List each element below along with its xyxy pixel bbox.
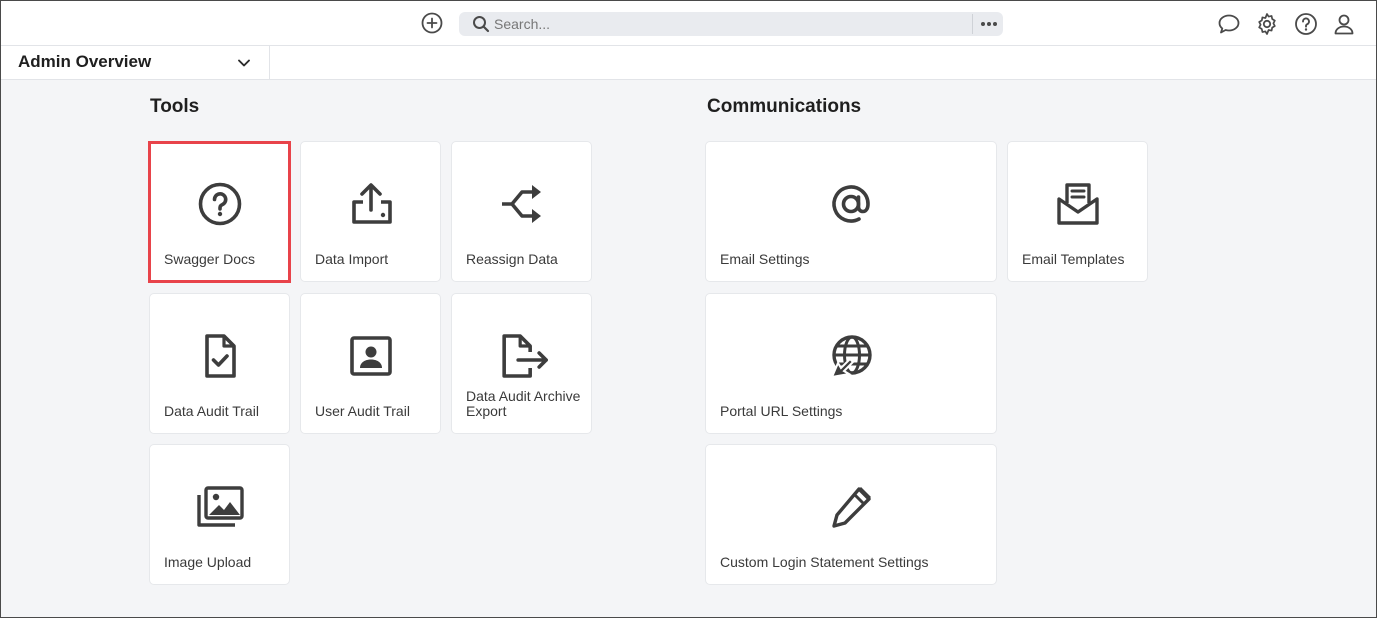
tile-label: Reassign Data (466, 251, 558, 267)
search-divider (972, 14, 973, 34)
chat-icon[interactable] (1217, 12, 1241, 36)
sub-header: Admin Overview (1, 46, 1376, 80)
tile-custom-login-statement-settings[interactable]: Custom Login Statement Settings (705, 444, 997, 585)
add-circle-icon[interactable] (420, 11, 443, 34)
top-bar (1, 1, 1376, 46)
tile-label: Portal URL Settings (720, 403, 843, 419)
search-bar (459, 12, 1003, 36)
tile-reassign-data[interactable]: Reassign Data (451, 141, 592, 282)
tile-portal-url-settings[interactable]: Portal URL Settings (705, 293, 997, 434)
user-icon[interactable] (1332, 12, 1356, 36)
chevron-down-icon (236, 55, 252, 71)
gear-icon[interactable] (1255, 12, 1279, 36)
tile-label: Data Audit Trail (164, 403, 259, 419)
tile-user-audit-trail[interactable]: User Audit Trail (300, 293, 441, 434)
tile-label: Image Upload (164, 554, 252, 570)
pen-icon (825, 481, 877, 533)
tile-swagger-docs[interactable]: Swagger Docs (149, 141, 290, 282)
tile-label: Email Settings (720, 251, 810, 267)
file-export-icon (500, 330, 552, 382)
tile-image-upload[interactable]: Image Upload (149, 444, 290, 585)
user-card-icon (345, 330, 397, 382)
section-title-communications: Communications (707, 96, 862, 117)
at-sign-icon (825, 178, 877, 230)
reassign-arrows-icon (496, 178, 548, 230)
envelope-open-icon (1052, 178, 1104, 230)
upload-icon (345, 178, 397, 230)
more-dots-icon[interactable] (975, 12, 1003, 36)
tile-label: User Audit Trail (315, 403, 410, 419)
globe-pointer-icon (825, 330, 877, 382)
tile-data-audit-trail[interactable]: Data Audit Trail (149, 293, 290, 434)
tile-data-import[interactable]: Data Import (300, 141, 441, 282)
question-circle-icon (194, 178, 246, 230)
file-check-icon (194, 330, 246, 382)
tile-label: Swagger Docs (164, 251, 256, 267)
tile-label: Data Audit Archive Export (466, 388, 581, 419)
tile-label: Custom Login Statement Settings (720, 554, 929, 570)
tile-email-settings[interactable]: Email Settings (705, 141, 997, 282)
images-icon (194, 481, 246, 533)
dashboard-selector[interactable]: Admin Overview (1, 46, 270, 80)
tile-label: Email Templates (1022, 251, 1125, 267)
section-title-tools: Tools (150, 96, 200, 117)
search-input[interactable] (494, 12, 964, 36)
help-icon[interactable] (1294, 12, 1318, 36)
tile-data-audit-archive-export[interactable]: Data Audit Archive Export (451, 293, 592, 434)
app-window: Admin Overview Tools Swagger Docs Data I… (0, 0, 1377, 618)
search-icon (472, 15, 490, 33)
tile-label: Data Import (315, 251, 389, 267)
dashboard-title: Admin Overview (18, 52, 152, 71)
tile-email-templates[interactable]: Email Templates (1007, 141, 1148, 282)
